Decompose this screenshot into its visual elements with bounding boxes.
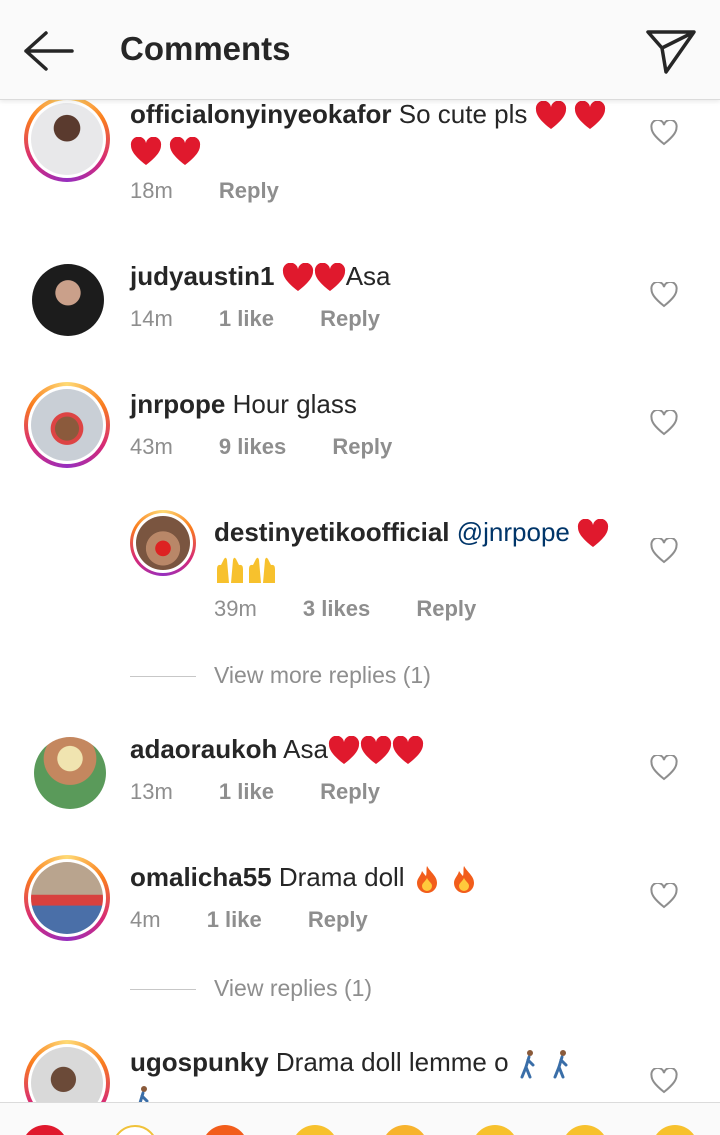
red-heart-emoji xyxy=(535,101,566,130)
comment-text: Hour glass xyxy=(232,389,357,419)
comment-text: So cute pls xyxy=(398,100,528,129)
view-replies-label: View replies (1) xyxy=(214,975,373,1001)
comment-time: 39m xyxy=(214,596,257,621)
emoji-quick-bar xyxy=(0,1102,720,1135)
reply-button[interactable]: Reply xyxy=(308,907,368,932)
heart-outline-icon[interactable] xyxy=(650,755,678,781)
avatar[interactable] xyxy=(24,100,110,182)
comment-text: Drama doll xyxy=(278,862,405,892)
likes-count[interactable]: 3 likes xyxy=(303,596,370,621)
walking-man-emoji xyxy=(553,1050,568,1079)
likes-count[interactable]: 1 like xyxy=(219,779,274,804)
comment-item: ugospunky Drama doll lemme o xyxy=(0,1040,720,1102)
comment-item: officialonyinyeokafor So cute pls 18m Re… xyxy=(0,100,720,226)
comment-item: adaoraukoh Asa 13m 1 like Reply xyxy=(0,731,720,831)
comment-text: Drama doll lemme o xyxy=(275,1047,509,1077)
comment-time: 43m xyxy=(130,434,173,459)
comment-username[interactable]: officialonyinyeokafor xyxy=(130,100,392,129)
avatar[interactable] xyxy=(24,382,110,468)
red-heart-emoji xyxy=(170,137,201,166)
red-heart-emoji xyxy=(130,137,162,166)
red-heart-emoji xyxy=(314,263,345,292)
header: Comments xyxy=(0,0,720,100)
heart-outline-icon[interactable] xyxy=(650,1068,678,1094)
reply-button[interactable]: Reply xyxy=(219,178,279,203)
reply-item: destinyetikoofficial @jnrpope 39m 3 like… xyxy=(0,510,720,644)
reply-button[interactable]: Reply xyxy=(416,596,476,621)
heart-outline-icon[interactable] xyxy=(650,410,678,436)
divider xyxy=(130,989,196,991)
red-heart-emoji xyxy=(328,736,360,765)
comment-username[interactable]: judyaustin1 xyxy=(130,261,274,291)
comment-username[interactable]: jnrpope xyxy=(130,389,225,419)
avatar[interactable] xyxy=(24,1040,110,1102)
avatar[interactable] xyxy=(24,855,110,941)
comment-item: judyaustin1 Asa 14m 1 like Reply xyxy=(0,258,720,358)
fire-emoji xyxy=(454,866,475,894)
page-title: Comments xyxy=(120,30,291,67)
avatar[interactable] xyxy=(130,510,196,576)
red-heart-emoji xyxy=(360,736,392,765)
red-heart-emoji xyxy=(282,263,313,292)
red-heart-emoji xyxy=(578,519,609,548)
reply-button[interactable]: Reply xyxy=(320,306,380,331)
comment-list[interactable]: officialonyinyeokafor So cute pls 18m Re… xyxy=(0,100,720,1102)
red-heart-emoji xyxy=(392,736,424,765)
view-more-replies-label: View more replies (1) xyxy=(214,662,431,688)
likes-count[interactable]: 1 like xyxy=(207,907,262,932)
comment-time: 14m xyxy=(130,306,173,331)
walking-man-emoji xyxy=(138,1086,149,1102)
comment-username[interactable]: destinyetikoofficial xyxy=(214,517,450,547)
reply-button[interactable]: Reply xyxy=(332,434,392,459)
send-icon[interactable] xyxy=(644,24,698,76)
reply-button[interactable]: Reply xyxy=(320,779,380,804)
raised-hands-emoji xyxy=(217,557,243,584)
walking-man-emoji xyxy=(520,1050,535,1079)
back-arrow-icon[interactable] xyxy=(20,28,76,74)
heart-outline-icon[interactable] xyxy=(650,282,678,308)
view-more-replies[interactable]: View more replies (1) xyxy=(130,662,431,689)
comment-time: 13m xyxy=(130,779,173,804)
mention-link[interactable]: @jnrpope xyxy=(457,517,570,547)
comment-username[interactable]: adaoraukoh xyxy=(130,734,277,764)
comment-username[interactable]: omalicha55 xyxy=(130,862,272,892)
heart-outline-icon[interactable] xyxy=(650,120,678,146)
raised-hands-emoji xyxy=(249,557,275,584)
comment-time: 4m xyxy=(130,907,161,932)
avatar[interactable] xyxy=(32,264,104,336)
comment-text: Asa xyxy=(283,734,328,764)
avatar[interactable] xyxy=(34,737,106,809)
comment-item: omalicha55 Drama doll 4m 1 like Reply xyxy=(0,855,720,959)
comment-text: Asa xyxy=(345,261,391,291)
likes-count[interactable]: 9 likes xyxy=(219,434,286,459)
heart-outline-icon[interactable] xyxy=(650,883,678,909)
red-heart-emoji xyxy=(574,101,605,130)
heart-outline-icon[interactable] xyxy=(650,538,678,564)
comment-username[interactable]: ugospunky xyxy=(130,1047,269,1077)
divider xyxy=(130,676,196,678)
view-replies[interactable]: View replies (1) xyxy=(130,975,372,1002)
likes-count[interactable]: 1 like xyxy=(219,306,274,331)
fire-emoji xyxy=(416,866,437,894)
comment-time: 18m xyxy=(130,178,173,203)
comment-item: jnrpope Hour glass 43m 9 likes Reply xyxy=(0,382,720,486)
